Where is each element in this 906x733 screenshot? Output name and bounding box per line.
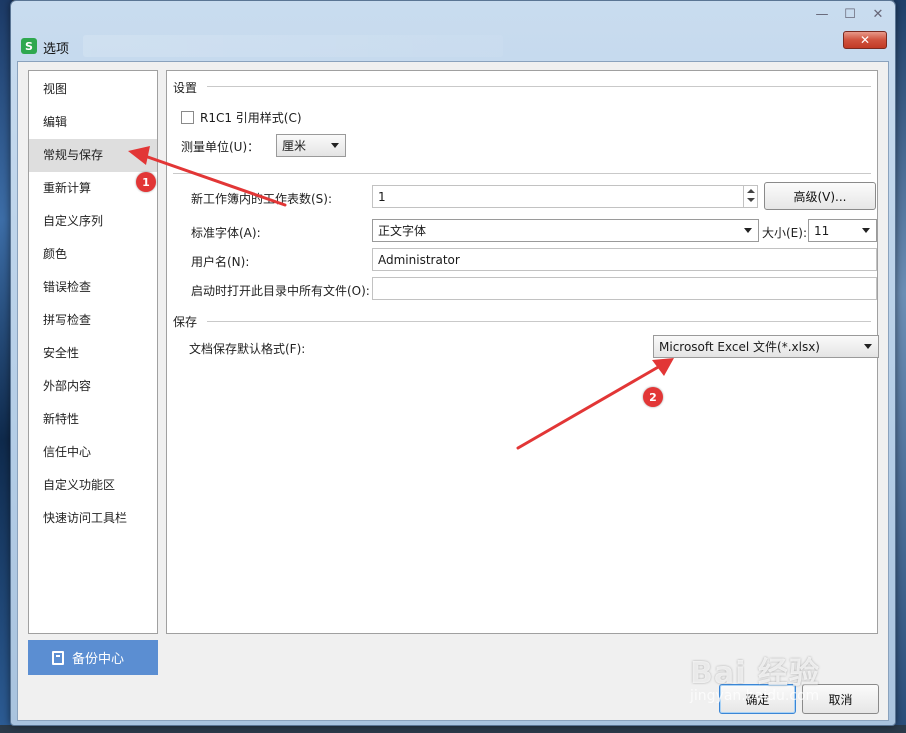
sidebar-item-security[interactable]: 安全性: [29, 337, 157, 370]
standard-font-select[interactable]: 正文字体: [372, 219, 759, 242]
default-format-select[interactable]: Microsoft Excel 文件(*.xlsx): [653, 335, 879, 358]
sidebar-item-error-check[interactable]: 错误检查: [29, 271, 157, 304]
default-format-label: 文档保存默认格式(F):: [189, 342, 306, 356]
unit-select[interactable]: 厘米: [276, 134, 346, 157]
font-size-value: 11: [814, 223, 830, 238]
close-button[interactable]: ✕: [843, 31, 887, 49]
advanced-button[interactable]: 高级(V)...: [764, 182, 876, 210]
startup-folder-input[interactable]: [372, 277, 877, 300]
font-size-label: 大小(E):: [762, 226, 807, 240]
close-icon[interactable]: ✕: [871, 7, 885, 22]
options-dialog-window: — ☐ ✕ S 选项 ✕ 视图 编辑 常规与保存 重新计算 自定义序列 颜色 错…: [10, 0, 896, 726]
step-marker-1: 1: [136, 172, 156, 192]
baidu-watermark: Bai 经验: [690, 656, 820, 691]
username-label: 用户名(N):: [191, 255, 250, 269]
default-format-value: Microsoft Excel 文件(*.xlsx): [659, 340, 820, 354]
standard-font-value: 正文字体: [378, 224, 427, 238]
username-input[interactable]: Administrator: [372, 248, 877, 271]
background-window-controls: — ☐ ✕: [815, 7, 885, 22]
baidu-watermark-url: jingyan.baidu.com: [690, 688, 820, 704]
sidebar-item-general-save[interactable]: 常规与保存: [29, 139, 157, 172]
unit-label: 测量单位(U)：: [181, 140, 260, 154]
maximize-icon[interactable]: ☐: [843, 7, 857, 22]
chevron-down-icon: [864, 344, 872, 349]
window-title: 选项: [43, 42, 70, 57]
taskbar-strip: [0, 725, 906, 733]
chevron-down-icon: [862, 228, 870, 233]
spin-up-icon[interactable]: [744, 186, 757, 196]
save-group-label: 保存: [173, 313, 202, 330]
wps-app-icon: S: [21, 38, 37, 54]
sidebar-item-external-content[interactable]: 外部内容: [29, 370, 157, 403]
chevron-down-icon: [744, 228, 752, 233]
backup-center-label: 备份中心: [72, 652, 125, 667]
settings-group-label: 设置: [173, 79, 202, 96]
sidebar-item-spell-check[interactable]: 拼写检查: [29, 304, 157, 337]
unit-select-value: 厘米: [282, 139, 307, 153]
sidebar-item-edit[interactable]: 编辑: [29, 106, 157, 139]
settings-group-divider: [207, 86, 871, 87]
standard-font-label: 标准字体(A):: [191, 226, 261, 240]
options-sidebar: 视图 编辑 常规与保存 重新计算 自定义序列 颜色 错误检查 拼写检查 安全性 …: [28, 70, 158, 634]
sheets-count-stepper[interactable]: [743, 186, 757, 207]
spin-down-icon[interactable]: [744, 196, 757, 206]
r1c1-label: R1C1 引用样式(C): [200, 111, 302, 125]
sidebar-item-new-features[interactable]: 新特性: [29, 403, 157, 436]
sidebar-item-custom-lists[interactable]: 自定义序列: [29, 205, 157, 238]
r1c1-checkbox[interactable]: [181, 111, 194, 124]
settings-separator: [173, 173, 871, 174]
minimize-icon[interactable]: —: [815, 7, 829, 22]
sidebar-item-trust-center[interactable]: 信任中心: [29, 436, 157, 469]
title-bar-reflection: [83, 35, 503, 57]
dialog-body: 视图 编辑 常规与保存 重新计算 自定义序列 颜色 错误检查 拼写检查 安全性 …: [17, 61, 889, 721]
save-group-divider: [207, 321, 871, 322]
sheets-count-value: 1: [378, 189, 386, 204]
chevron-down-icon: [331, 143, 339, 148]
sheets-count-spinner[interactable]: 1: [372, 185, 758, 208]
font-size-select[interactable]: 11: [808, 219, 877, 242]
sidebar-item-view[interactable]: 视图: [29, 73, 157, 106]
sidebar-item-customize-ribbon[interactable]: 自定义功能区: [29, 469, 157, 502]
title-bar: S 选项 ✕: [11, 29, 895, 61]
backup-icon: [52, 650, 64, 665]
r1c1-option[interactable]: R1C1 引用样式(C): [181, 109, 302, 126]
sidebar-item-color[interactable]: 颜色: [29, 238, 157, 271]
sheets-count-label: 新工作簿内的工作表数(S):: [191, 192, 333, 206]
startup-folder-label: 启动时打开此目录中所有文件(O):: [191, 284, 370, 298]
username-value: Administrator: [378, 252, 460, 267]
sidebar-item-quick-access-toolbar[interactable]: 快速访问工具栏: [29, 502, 157, 535]
backup-center-button[interactable]: 备份中心: [28, 640, 158, 675]
step-marker-2: 2: [643, 387, 663, 407]
general-save-panel: 设置 R1C1 引用样式(C) 测量单位(U)： 厘米 新工作簿内的工作表数(S…: [166, 70, 879, 634]
